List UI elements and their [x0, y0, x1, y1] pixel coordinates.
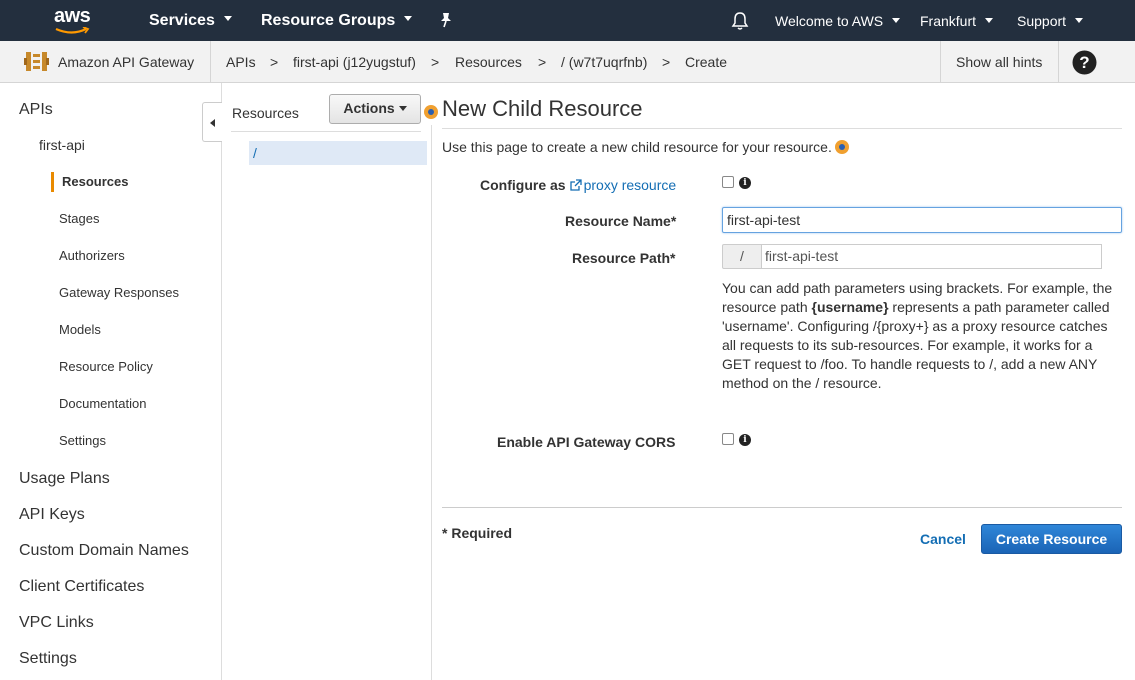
- show-all-hints-button[interactable]: Show all hints: [956, 54, 1042, 70]
- support-menu[interactable]: Support: [1017, 13, 1084, 29]
- divider: [231, 131, 421, 132]
- breadcrumb-separator: >: [662, 54, 671, 70]
- breadcrumb-resources[interactable]: Resources: [455, 54, 522, 70]
- breadcrumb-separator: >: [431, 54, 440, 70]
- chevron-down-icon: [892, 17, 901, 23]
- divider: [210, 41, 211, 82]
- resource-name-label: Resource Name*: [565, 213, 677, 229]
- chevron-down-icon: [1075, 17, 1084, 23]
- nav-authorizers[interactable]: Authorizers: [59, 248, 125, 263]
- help-text-param: {username}: [811, 299, 889, 315]
- nav-documentation[interactable]: Documentation: [59, 396, 146, 411]
- chevron-left-icon: [210, 119, 215, 127]
- breadcrumb-bar: Amazon API Gateway APIs > first-api (j12…: [0, 41, 1135, 83]
- nav-api-first-api[interactable]: first-api: [39, 137, 85, 153]
- enable-cors-label: Enable API Gateway CORS: [497, 434, 676, 450]
- nav-settings[interactable]: Settings: [19, 650, 77, 668]
- info-icon[interactable]: i: [739, 434, 751, 446]
- api-gateway-icon: [24, 52, 49, 71]
- active-indicator: [51, 172, 54, 192]
- chevron-down-icon: [985, 17, 994, 23]
- resource-path-help-text: You can add path parameters using bracke…: [722, 279, 1122, 393]
- hint-icon[interactable]: [424, 105, 438, 119]
- services-menu[interactable]: Services: [149, 12, 232, 30]
- nav-custom-domain-names[interactable]: Custom Domain Names: [19, 542, 189, 560]
- configure-proxy-label: Configure as proxy resource: [480, 177, 676, 193]
- intro-text: Use this page to create a new child reso…: [442, 139, 832, 155]
- proxy-resource-link[interactable]: proxy resource: [584, 177, 677, 193]
- cancel-button[interactable]: Cancel: [920, 531, 966, 547]
- enable-cors-checkbox[interactable]: [722, 433, 734, 445]
- nav-client-certificates[interactable]: Client Certificates: [19, 578, 144, 596]
- chevron-down-icon: [223, 16, 232, 22]
- divider: [431, 125, 432, 680]
- divider: [1058, 41, 1059, 82]
- resource-path-label: Resource Path*: [572, 250, 676, 266]
- support-label: Support: [1017, 13, 1067, 29]
- configure-as-text: Configure as: [480, 177, 566, 193]
- proxy-resource-checkbox[interactable]: [722, 176, 734, 188]
- divider: [940, 41, 941, 82]
- service-name[interactable]: Amazon API Gateway: [58, 54, 194, 70]
- page-title: New Child Resource: [442, 96, 643, 121]
- top-navigation-bar: aws Services Resource Groups Welcome to …: [0, 0, 1135, 41]
- nav-apis[interactable]: APIs: [19, 101, 53, 119]
- nav-vpc-links[interactable]: VPC Links: [19, 614, 94, 632]
- welcome-label: Welcome to AWS: [775, 13, 884, 29]
- nav-usage-plans[interactable]: Usage Plans: [19, 470, 110, 488]
- breadcrumb-resource[interactable]: / (w7t7uqrfnb): [561, 54, 647, 70]
- nav-resource-policy[interactable]: Resource Policy: [59, 359, 153, 374]
- nav-api-settings[interactable]: Settings: [59, 433, 106, 448]
- nav-resources[interactable]: Resources: [62, 174, 128, 189]
- aws-logo-text: aws: [54, 5, 91, 27]
- svg-text:?: ?: [1079, 53, 1089, 72]
- breadcrumb-apis[interactable]: APIs: [226, 54, 256, 70]
- resource-tree-item[interactable]: /: [249, 141, 427, 165]
- resources-panel-title: Resources: [232, 105, 299, 121]
- services-label: Services: [149, 12, 215, 29]
- aws-smile-icon: [55, 27, 90, 34]
- pin-icon[interactable]: [439, 12, 453, 28]
- required-note: * Required: [442, 525, 513, 541]
- region-menu[interactable]: Frankfurt: [920, 13, 994, 29]
- resource-groups-label: Resource Groups: [261, 12, 396, 29]
- help-icon[interactable]: ?: [1072, 50, 1097, 75]
- aws-logo[interactable]: aws: [53, 5, 97, 35]
- resource-groups-menu[interactable]: Resource Groups: [261, 12, 413, 30]
- breadcrumb-create: Create: [685, 54, 728, 70]
- actions-dropdown-button[interactable]: Actions: [329, 94, 421, 124]
- resource-path-input[interactable]: first-api-test: [762, 244, 1102, 269]
- breadcrumb-separator: >: [270, 54, 279, 70]
- nav-api-keys[interactable]: API Keys: [19, 506, 85, 524]
- hint-icon[interactable]: [835, 140, 849, 154]
- region-label: Frankfurt: [920, 13, 977, 29]
- nav-gateway-responses[interactable]: Gateway Responses: [59, 285, 179, 300]
- actions-label: Actions: [343, 100, 395, 116]
- info-icon[interactable]: i: [739, 177, 751, 189]
- create-resource-button[interactable]: Create Resource: [981, 524, 1122, 554]
- chevron-down-icon: [404, 16, 413, 22]
- nav-stages[interactable]: Stages: [59, 211, 99, 226]
- divider: [442, 507, 1122, 508]
- left-navigation: APIs first-api Resources Stages Authoriz…: [0, 83, 222, 680]
- collapse-panel-button[interactable]: [202, 102, 222, 142]
- external-link-icon: [569, 179, 582, 191]
- breadcrumb-separator: >: [538, 54, 547, 70]
- breadcrumb-api[interactable]: first-api (j12yugstuf): [293, 54, 416, 70]
- bell-icon[interactable]: [731, 11, 749, 31]
- resource-name-input[interactable]: first-api-test: [722, 207, 1122, 233]
- divider: [442, 128, 1122, 129]
- resource-path-prefix: /: [722, 244, 762, 269]
- account-menu[interactable]: Welcome to AWS: [775, 13, 901, 29]
- nav-models[interactable]: Models: [59, 322, 101, 337]
- chevron-down-icon: [398, 105, 407, 111]
